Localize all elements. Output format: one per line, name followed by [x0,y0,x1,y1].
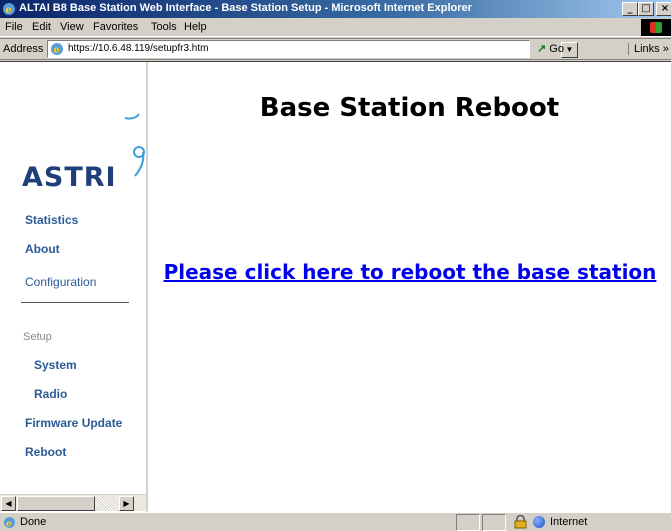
menu-edit[interactable]: Edit [32,21,51,33]
status-pane [482,514,506,531]
svg-text:e: e [54,45,60,56]
menu-favorites[interactable]: Favorites [93,21,138,33]
scroll-left-icon[interactable]: ◀ [1,496,16,511]
page-done-icon: e [4,517,15,530]
nav-about[interactable]: About [25,242,60,256]
status-bar: e Done Internet [0,512,671,531]
menu-view[interactable]: View [60,21,84,33]
status-pane [456,514,480,531]
nav-horizontal-scrollbar[interactable]: ◀ ▶ [0,494,146,511]
minimize-button[interactable]: _ [622,2,638,16]
menu-tools[interactable]: Tools [151,21,177,33]
page-icon: e [51,43,63,56]
nav-reboot[interactable]: Reboot [25,445,66,459]
address-url: https://10.6.48.119/setupfr3.htm [68,43,209,54]
address-input[interactable]: e https://10.6.48.119/setupfr3.htm ▼ [47,40,578,58]
go-button[interactable]: ↗ Go [537,42,564,55]
nav-divider [21,302,129,303]
address-label: Address [3,43,44,55]
astri-logo-swoosh-icon [125,113,145,177]
menu-file[interactable]: File [5,21,23,33]
nav-frame: ASTRI Statistics About Configuration Set… [0,62,148,513]
browser-window: e ALTAI B8 Base Station Web Interface - … [0,0,671,531]
links-button[interactable]: Links » [628,43,669,55]
svg-text:e: e [6,5,12,16]
nav-system[interactable]: System [34,358,77,372]
address-bar: Address e https://10.6.48.119/setupfr3.h… [0,38,671,60]
scroll-right-icon[interactable]: ▶ [119,496,134,511]
internet-zone-icon [533,516,545,528]
reboot-link[interactable]: Please click here to reboot the base sta… [160,259,660,286]
nav-firmware-update[interactable]: Firmware Update [25,416,122,430]
nav-radio[interactable]: Radio [34,387,67,401]
scrollbar-thumb[interactable] [17,496,95,511]
security-zone-label: Internet [550,516,588,528]
ie-icon: e [3,3,15,16]
title-bar: e ALTAI B8 Base Station Web Interface - … [0,0,671,18]
nav-statistics[interactable]: Statistics [25,213,78,227]
go-arrow-icon: ↗ [537,43,547,55]
menu-help[interactable]: Help [184,21,207,33]
nav-setup-heading: Setup [23,331,52,343]
go-label: Go [549,43,564,55]
maximize-button[interactable]: □ [638,2,654,16]
nav-configuration[interactable]: Configuration [25,275,96,289]
page-title: Base Station Reboot [259,93,560,123]
status-text: Done [20,516,47,528]
menu-bar: File Edit View Favorites Tools Help [0,18,671,37]
page-content: ASTRI Statistics About Configuration Set… [0,61,671,513]
scrollbar-track[interactable] [96,496,118,511]
astri-logo: ASTRI [22,162,117,193]
windows-logo-icon [641,19,671,36]
window-title: ALTAI B8 Base Station Web Interface - Ba… [19,2,472,14]
lock-icon [514,515,527,529]
close-button[interactable]: × [656,2,671,16]
svg-text:e: e [6,520,12,530]
